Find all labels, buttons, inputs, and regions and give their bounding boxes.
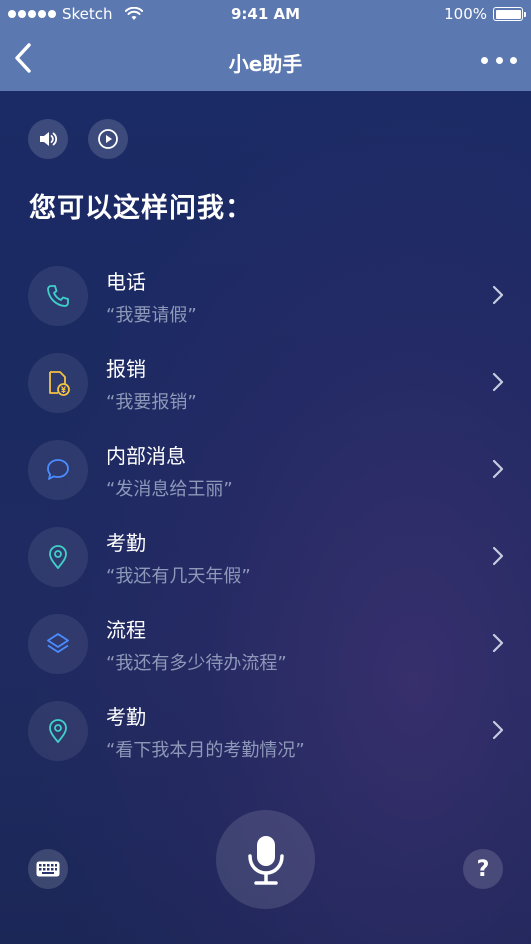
item-example: “我还有几天年假”	[106, 566, 251, 587]
item-label: 考勤	[106, 531, 146, 555]
more-dot	[510, 56, 517, 64]
list-item[interactable]: 电话 “我要请假”	[0, 258, 531, 345]
layers-icon	[47, 633, 69, 653]
item-icon-circle	[28, 266, 88, 326]
list-item[interactable]: 报销 “我要报销”	[0, 345, 531, 432]
help-button[interactable]: ?	[463, 849, 503, 889]
top-bar: Sketch 9:41 AM 100% 小e助手	[0, 0, 531, 91]
item-icon-circle	[28, 440, 88, 500]
list-item[interactable]: 考勤 “我还有几天年假”	[0, 519, 531, 606]
battery-icon	[493, 7, 526, 21]
item-label: 流程	[106, 618, 146, 642]
item-example: “我要报销”	[106, 392, 197, 413]
item-example: “发消息给王丽”	[106, 479, 233, 500]
chevron-right-icon	[492, 285, 504, 305]
page-title: 小e助手	[228, 52, 303, 76]
list-item[interactable]: 内部消息 “发消息给王丽”	[0, 432, 531, 519]
item-example: “我还有多少待办流程”	[106, 653, 287, 674]
item-icon-circle	[28, 527, 88, 587]
chevron-right-icon	[492, 372, 504, 392]
location-pin-icon	[49, 719, 67, 743]
more-dot	[495, 56, 503, 64]
keyboard-button[interactable]	[28, 849, 68, 889]
item-label: 电话	[106, 270, 146, 294]
battery-percent: 100%	[444, 5, 487, 23]
item-label: 报销	[106, 357, 146, 381]
speaker-icon	[40, 132, 58, 146]
play-button[interactable]	[88, 119, 128, 159]
item-icon-circle	[28, 701, 88, 761]
chevron-right-icon	[492, 459, 504, 479]
play-circle-icon	[98, 129, 118, 149]
item-icon-circle	[28, 614, 88, 674]
speaker-button[interactable]	[28, 119, 68, 159]
item-label: 内部消息	[106, 444, 186, 468]
microphone-icon	[247, 835, 284, 885]
list-item[interactable]: 考勤 “看下我本月的考勤情况”	[0, 693, 531, 780]
receipt-yen-icon	[49, 371, 70, 396]
location-pin-icon	[49, 545, 67, 569]
item-label: 考勤	[106, 705, 146, 729]
suggestions-heading: 您可以这样问我：	[29, 193, 253, 224]
item-example: “看下我本月的考勤情况”	[106, 740, 305, 761]
phone-icon	[47, 285, 69, 307]
more-dot	[481, 56, 488, 64]
chevron-right-icon	[492, 720, 504, 740]
chevron-right-icon	[492, 546, 504, 566]
battery-group: 100%	[444, 5, 526, 23]
chat-bubble-icon	[47, 459, 69, 480]
app-screen: Sketch 9:41 AM 100% 小e助手 您可以这样问我： 电话 “我要…	[0, 0, 531, 944]
chevron-right-icon	[492, 633, 504, 653]
navigation-bar: 小e助手	[0, 28, 531, 91]
more-button[interactable]	[481, 48, 517, 72]
status-bar: Sketch 9:41 AM 100%	[0, 0, 531, 28]
list-item[interactable]: 流程 “我还有多少待办流程”	[0, 606, 531, 693]
item-icon-circle	[28, 353, 88, 413]
suggestion-list: 电话 “我要请假” 报销 “我要报销” 内部消息 “发消息给王丽” 考勤 “我还…	[0, 258, 531, 780]
keyboard-icon	[36, 861, 60, 877]
item-example: “我要请假”	[106, 305, 197, 326]
microphone-button[interactable]	[216, 810, 315, 909]
